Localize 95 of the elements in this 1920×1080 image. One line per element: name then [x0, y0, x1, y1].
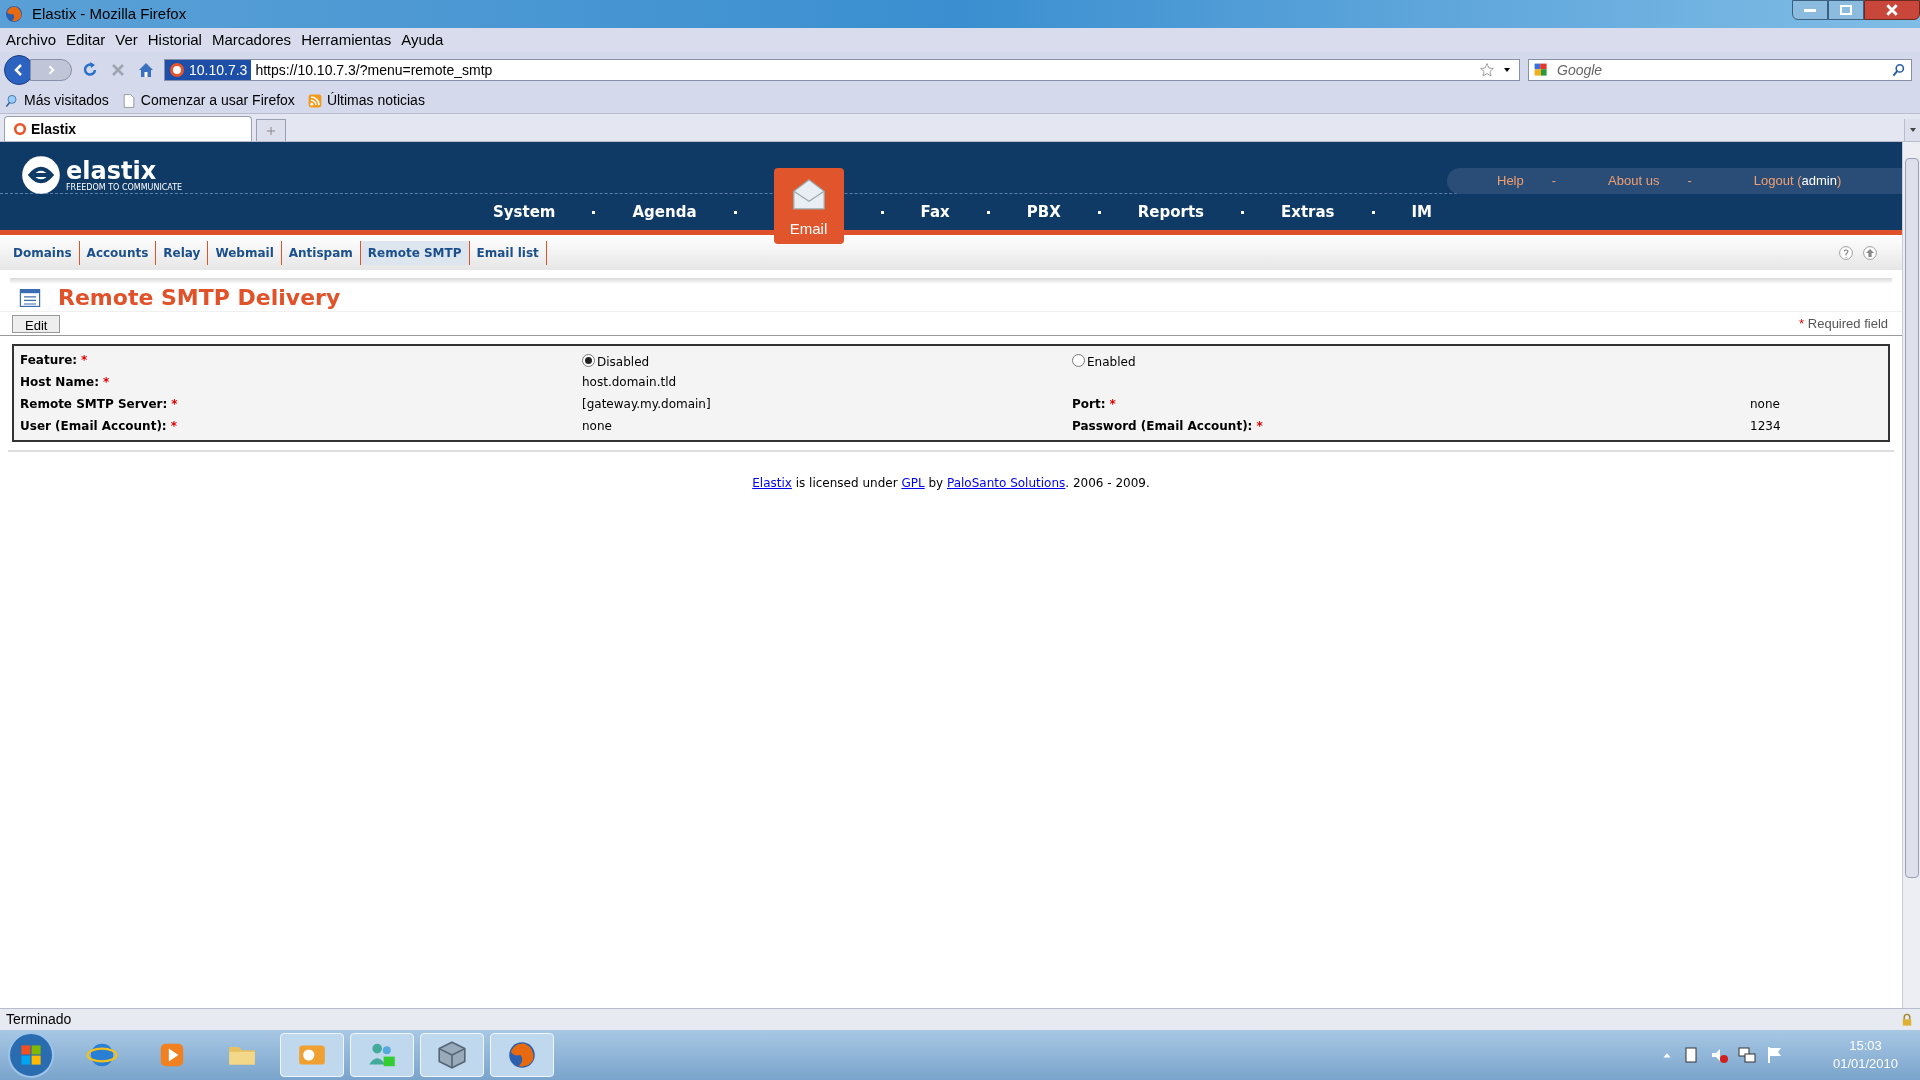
header-link[interactable]: Help — [1497, 171, 1524, 191]
required-mark: * — [1109, 396, 1116, 413]
link-separator: - — [1551, 172, 1557, 191]
fox-globe-icon[interactable] — [506, 1039, 538, 1071]
help-icon[interactable] — [1838, 244, 1854, 261]
required-mark: * — [102, 374, 110, 391]
logo-tagline: FREEDOM TO COMMUNICATE — [66, 183, 183, 192]
clock-date: 01/01/2010 — [1832, 1055, 1898, 1073]
bookmark-link[interactable]: Comenzar a usar Firefox — [140, 90, 295, 111]
maximize-button[interactable] — [1828, 0, 1864, 20]
window-title: Elastix - Mozilla Firefox — [32, 3, 187, 24]
browser-tab[interactable]: Elastix — [4, 116, 252, 141]
search-engine-icon — [1533, 62, 1549, 78]
field-label: Password (Email Account): * — [1072, 416, 1264, 437]
submenu-tab[interactable]: Antispam — [281, 240, 361, 265]
module-tab[interactable]: PBX — [1026, 200, 1061, 224]
bookmark-link[interactable]: Más visitados — [24, 90, 109, 111]
field-value: none — [582, 418, 613, 435]
header-link[interactable]: About us — [1608, 171, 1660, 191]
module-tab[interactable]: System — [493, 200, 556, 224]
radio-button[interactable] — [1072, 353, 1085, 367]
feed-icon — [306, 92, 323, 109]
field-value: [gateway.my.domain] — [582, 396, 712, 413]
field-label: Remote SMTP Server: * — [20, 394, 179, 415]
search-icon[interactable] — [1891, 62, 1907, 78]
taskbar-button[interactable] — [490, 1033, 554, 1077]
taskbar-button[interactable] — [420, 1033, 484, 1077]
bookmark-link[interactable]: Últimas noticias — [326, 90, 425, 111]
close-button[interactable] — [1864, 0, 1920, 20]
tab-list-button[interactable] — [1904, 119, 1920, 141]
required-mark: * — [170, 418, 177, 435]
submenu-tab[interactable]: Domains — [6, 240, 80, 265]
module-tab[interactable]: Extras — [1281, 200, 1335, 224]
site-badge[interactable]: 10.10.7.3 — [165, 60, 252, 80]
magnifier-icon — [4, 92, 20, 109]
menu-item[interactable]: Editar — [66, 28, 106, 52]
close-icon — [1885, 3, 1899, 17]
required-field-note: * Required field — [1799, 314, 1888, 333]
radio-label: Enabled — [1087, 354, 1136, 371]
submenu-tab[interactable]: Remote SMTP — [360, 240, 470, 265]
radio-label: Disabled — [597, 354, 650, 371]
required-mark: * — [81, 352, 88, 369]
submenu-tab[interactable]: Relay — [156, 240, 209, 265]
scrollbar[interactable] — [1902, 142, 1920, 1008]
field-value: 1234 — [1750, 418, 1782, 435]
minimize-button[interactable] — [1792, 0, 1828, 20]
field-label: Port: * — [1072, 394, 1117, 415]
submenu-tab[interactable]: Email list — [469, 240, 547, 265]
url-text: https://10.10.7.3/?menu=remote_smtp — [255, 60, 493, 80]
submenu-tab[interactable]: Webmail — [208, 240, 282, 265]
field-value: host.domain.tld — [582, 374, 678, 391]
link-separator: - — [1687, 172, 1692, 191]
star-icon[interactable] — [1479, 62, 1495, 78]
edit-button[interactable]: Edit — [12, 314, 61, 333]
footer-text: Elastix is licensed under GPL by PaloSanto Solutions. 2006 - 2009. — [751, 475, 1151, 492]
email-module-tab[interactable]: Email — [773, 168, 844, 244]
menu-item[interactable]: Ayuda — [401, 28, 444, 52]
lock-icon — [1900, 1012, 1914, 1027]
module-tab[interactable]: IM — [1411, 200, 1433, 224]
plus-icon — [266, 125, 276, 136]
caret-icon — [1908, 126, 1917, 134]
required-mark: * — [171, 396, 178, 413]
fox-globe-icon — [4, 4, 24, 24]
field-label: Feature: * — [20, 350, 89, 371]
field-label: Host Name: * — [20, 372, 111, 393]
menu-item[interactable]: Historial — [147, 28, 202, 52]
dropdown-caret-icon[interactable] — [1503, 66, 1511, 74]
network-icon — [1736, 1045, 1757, 1065]
new-tab-button[interactable] — [256, 119, 286, 141]
clock-time: 15:03 — [1849, 1037, 1882, 1055]
logo-name: elastix — [66, 158, 157, 183]
status-text: Terminado — [6, 1010, 72, 1029]
module-tab[interactable]: Reports — [1137, 200, 1204, 224]
field-label: User (Email Account): * — [20, 416, 178, 437]
start-button[interactable] — [8, 1032, 54, 1078]
radio-button[interactable] — [582, 353, 595, 367]
taskbar-button[interactable] — [350, 1033, 414, 1077]
menu-item[interactable]: Archivo — [6, 28, 57, 52]
cube-icon[interactable] — [436, 1039, 468, 1071]
address-field[interactable]: 10.10.7.3 https://10.10.7.3/?menu=remote_smtp — [164, 59, 1520, 81]
logout-link[interactable]: Logout (admin) — [1753, 171, 1842, 191]
windows-logo-icon — [19, 1043, 43, 1067]
required-mark: * — [1256, 418, 1263, 435]
footer-link[interactable]: Elastix — [752, 476, 792, 490]
page-title: Remote SMTP Delivery — [58, 284, 341, 312]
menu-item[interactable]: Herramientas — [301, 28, 392, 52]
module-tab[interactable]: Fax — [920, 200, 950, 224]
module-tab[interactable]: Agenda — [632, 200, 697, 224]
submenu-tab[interactable]: Accounts — [79, 240, 157, 265]
site-icon — [169, 62, 185, 78]
menu-item[interactable]: Ver — [115, 28, 138, 52]
field-value: none — [1750, 396, 1781, 413]
menu-item[interactable]: Marcadores — [211, 28, 292, 52]
site-icon — [13, 122, 27, 136]
footer-link[interactable]: GPL — [901, 476, 925, 490]
